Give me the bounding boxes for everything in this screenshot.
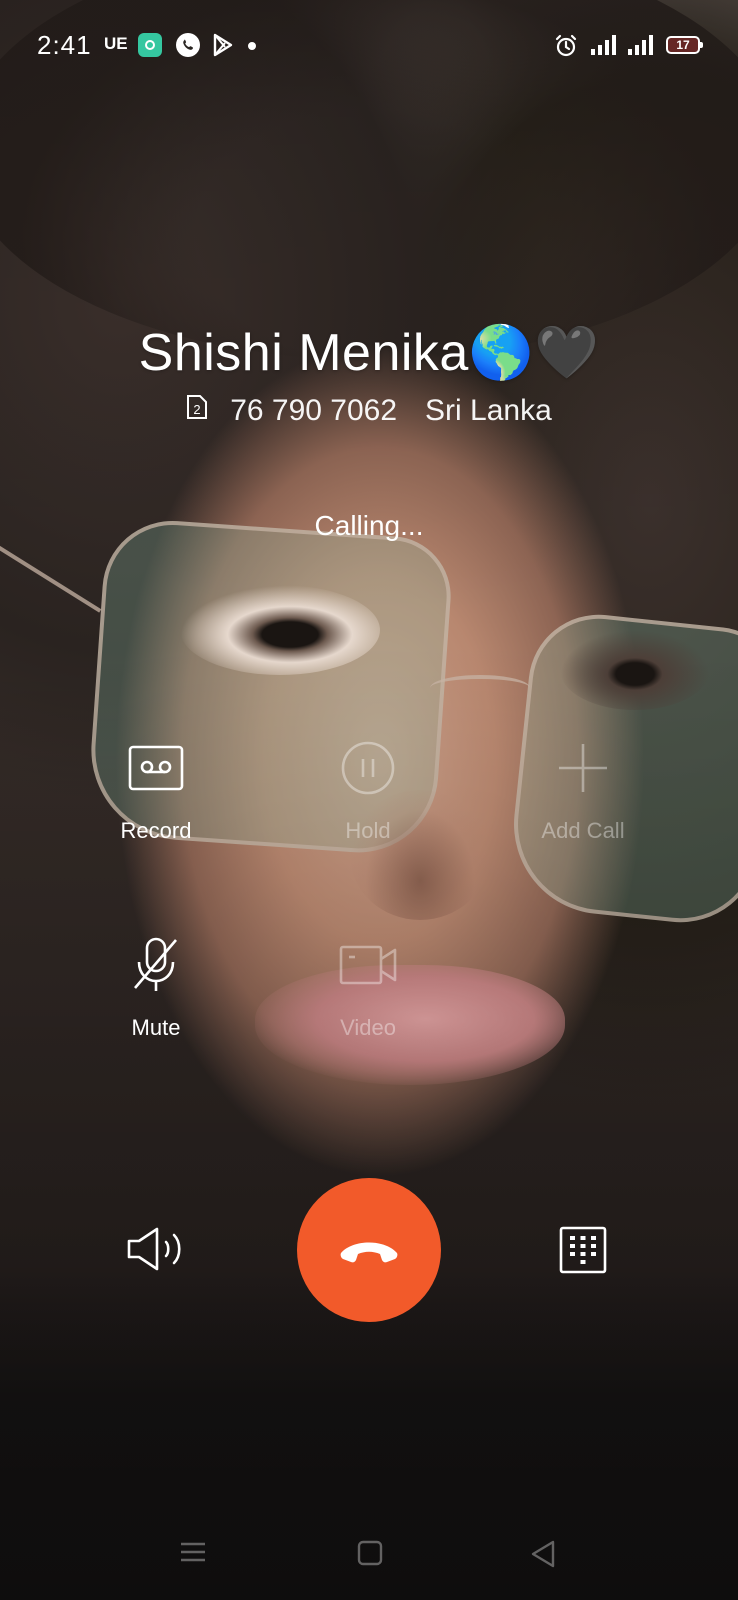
network-badge: UE	[104, 34, 128, 53]
whatsapp-icon	[176, 33, 200, 57]
add-call-button[interactable]: Add Call	[498, 738, 668, 844]
record-label: Record	[120, 818, 192, 843]
battery-indicator: 17	[666, 36, 703, 54]
end-call-button[interactable]	[297, 1178, 441, 1322]
hold-label: Hold	[345, 818, 391, 843]
play-store-icon	[212, 33, 234, 62]
dialpad-button[interactable]	[559, 1226, 607, 1279]
caller-name: Shishi Menika🌎🖤	[138, 324, 600, 382]
hang-up-icon	[340, 1242, 398, 1263]
caller-location: Sri Lanka	[425, 394, 552, 427]
mic-off-icon	[134, 937, 177, 991]
record-button[interactable]: Record	[71, 738, 241, 844]
alarm-icon	[554, 34, 578, 63]
add-call-label: Add Call	[541, 818, 625, 843]
status-bar: 2:41 UE 17	[0, 0, 738, 92]
navigation-bar	[0, 1540, 738, 1600]
hold-button[interactable]: Hold	[283, 738, 453, 844]
home-square-icon	[357, 1540, 383, 1566]
speaker-icon	[127, 1227, 181, 1271]
caller-number-row: 2 76 790 7062 Sri Lanka	[0, 394, 738, 428]
video-label: Video	[340, 1015, 396, 1040]
video-button[interactable]: Video	[283, 935, 453, 1041]
mute-button[interactable]: Mute	[71, 935, 241, 1041]
sim-card-icon: 2	[186, 394, 208, 428]
status-time: 2:41	[37, 30, 92, 60]
sim-slot-number: 2	[194, 402, 201, 417]
menu-icon	[181, 1542, 205, 1562]
phone-number: 76 790 7062	[230, 394, 398, 427]
plus-icon	[559, 744, 607, 792]
dialpad-icon	[559, 1226, 607, 1274]
home-button[interactable]	[357, 1540, 383, 1571]
more-notifications-icon	[248, 42, 256, 50]
back-button[interactable]	[530, 1540, 556, 1573]
signal-sim2-icon	[627, 34, 655, 61]
back-triangle-icon	[531, 1540, 555, 1568]
call-status: Calling...	[314, 510, 424, 541]
speaker-button[interactable]	[126, 1226, 188, 1277]
recent-apps-button[interactable]	[179, 1540, 207, 1569]
pause-circle-icon	[341, 741, 395, 795]
cassette-icon	[128, 745, 184, 791]
mute-label: Mute	[131, 1015, 181, 1040]
app-notification-icon	[138, 33, 162, 57]
signal-sim1-icon	[590, 34, 618, 61]
video-camera-icon	[339, 945, 397, 985]
